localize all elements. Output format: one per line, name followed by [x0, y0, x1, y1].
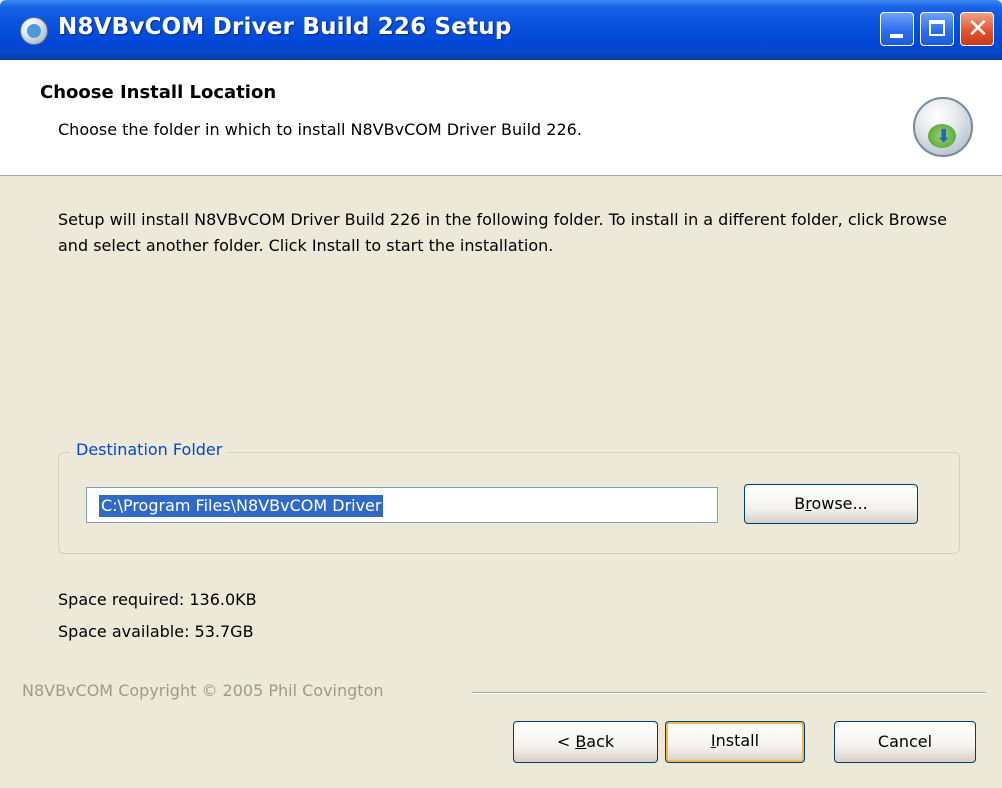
- installer-window: N8VBvCOM Driver Build 226 Setup ✕ Choose…: [0, 0, 1002, 788]
- install-globe-icon: ⬇: [913, 97, 973, 157]
- close-icon: ✕: [967, 14, 989, 44]
- browse-button[interactable]: Browse...: [744, 484, 918, 524]
- installer-disc-icon: [20, 17, 48, 45]
- back-button[interactable]: < Back: [513, 721, 658, 763]
- install-button[interactable]: Install: [665, 721, 805, 763]
- minimize-button[interactable]: [880, 12, 914, 46]
- branding-text: N8VBvCOM Copyright © 2005 Phil Covington: [22, 681, 394, 700]
- destination-path-text: C:\Program Files\N8VBvCOM Driver: [99, 495, 384, 517]
- window-title: N8VBvCOM Driver Build 226 Setup: [58, 14, 512, 40]
- intro-text: Setup will install N8VBvCOM Driver Build…: [58, 210, 947, 255]
- destination-folder-label: Destination Folder: [70, 440, 229, 459]
- maximize-icon: [929, 20, 945, 36]
- header-panel: [0, 60, 1002, 176]
- minimize-icon: [890, 34, 903, 38]
- close-button[interactable]: ✕: [960, 12, 994, 46]
- space-required: Space required: 136.0KB: [58, 590, 257, 609]
- cancel-button[interactable]: Cancel: [834, 721, 976, 763]
- space-available: Space available: 53.7GB: [58, 622, 254, 641]
- page-title: Choose Install Location: [40, 82, 277, 103]
- title-bar[interactable]: N8VBvCOM Driver Build 226 Setup ✕: [0, 0, 1002, 60]
- footer-divider: [472, 692, 986, 694]
- destination-path-field[interactable]: C:\Program Files\N8VBvCOM Driver: [86, 487, 718, 523]
- page-subtitle: Choose the folder in which to install N8…: [58, 120, 582, 139]
- maximize-button[interactable]: [920, 12, 954, 46]
